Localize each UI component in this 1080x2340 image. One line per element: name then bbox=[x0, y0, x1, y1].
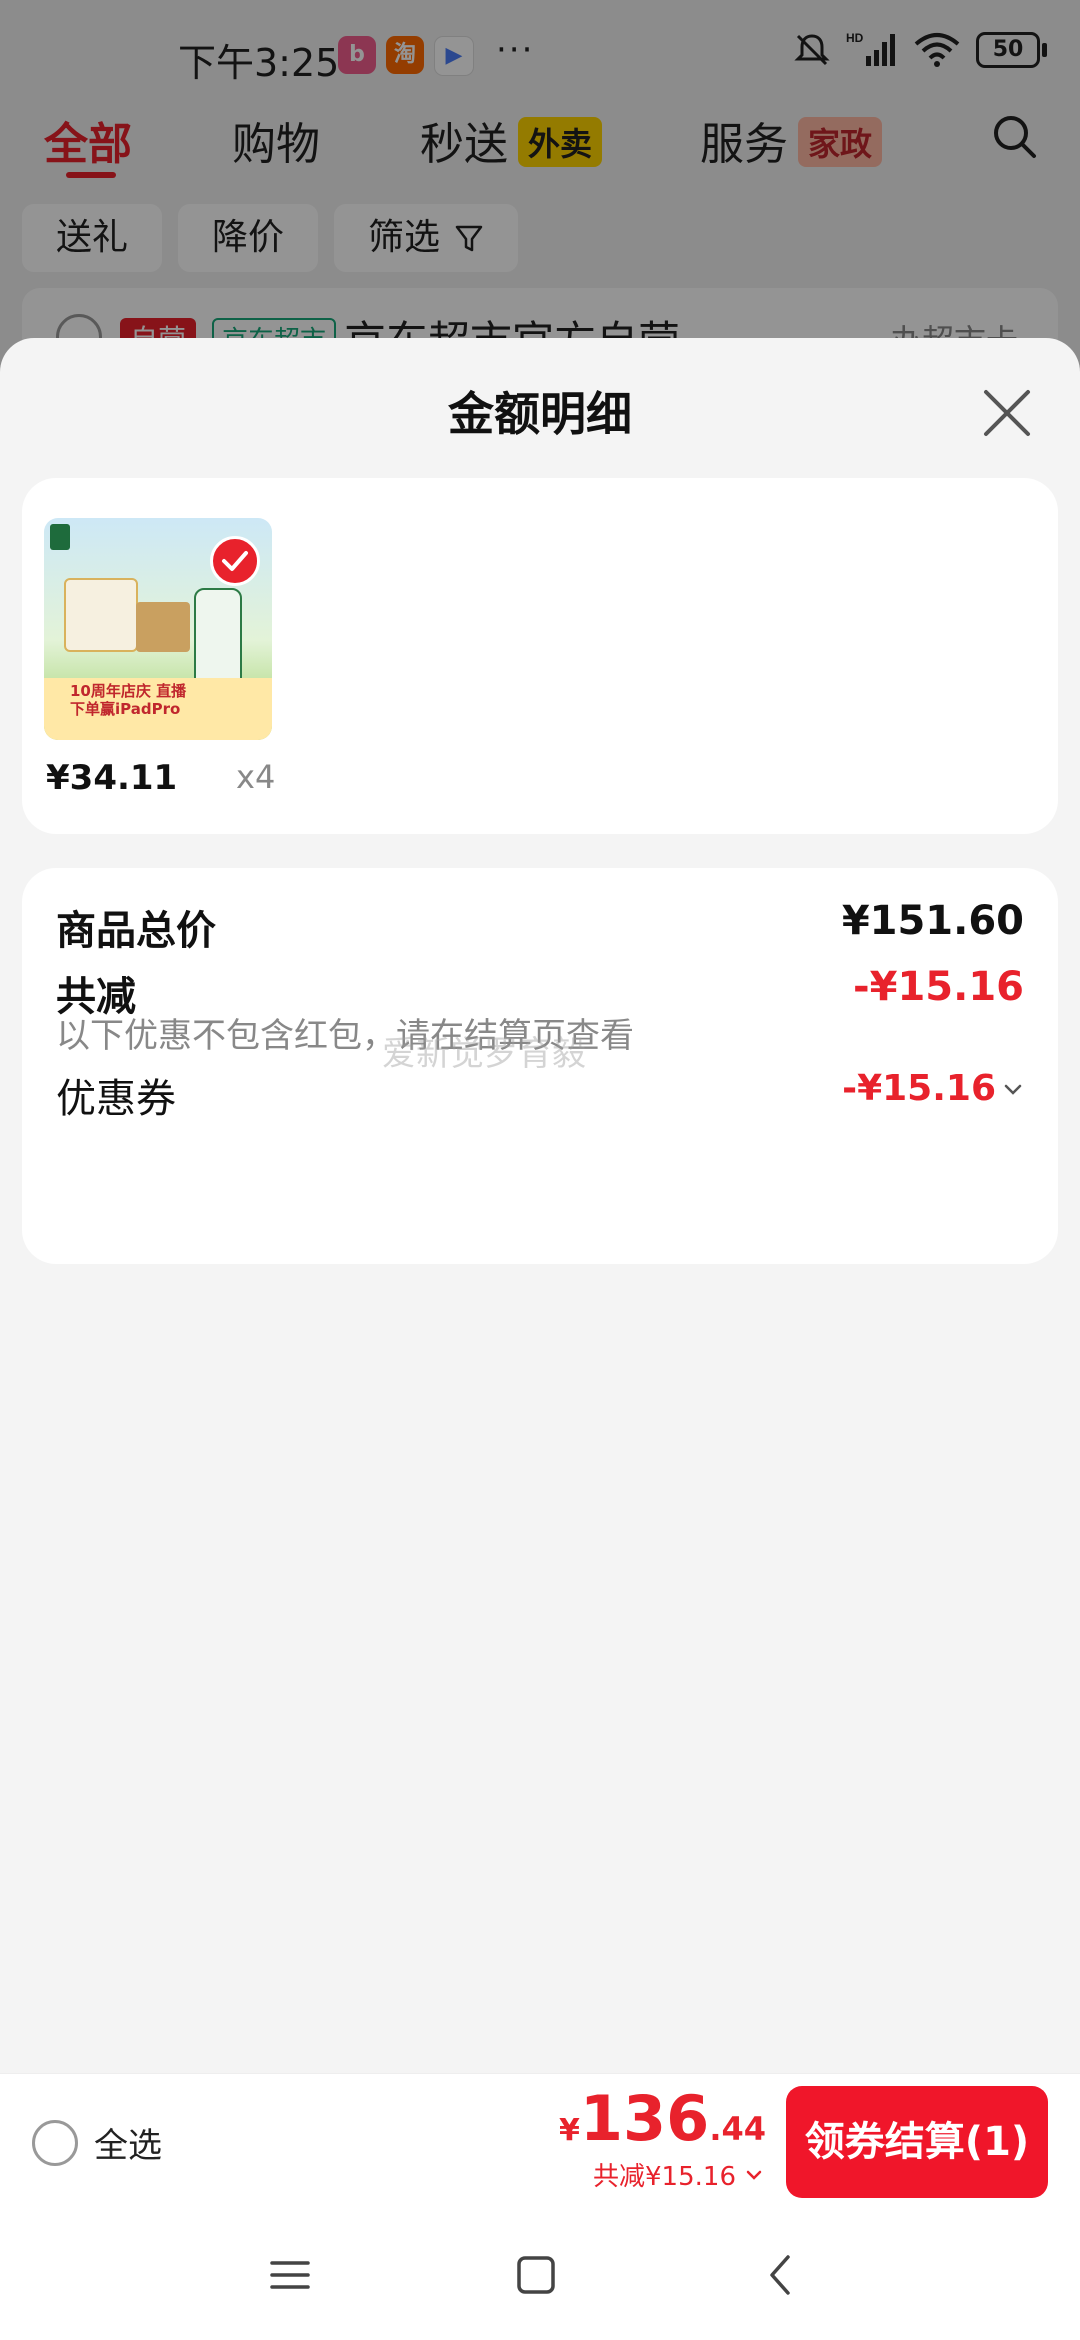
brand-logo bbox=[50, 524, 70, 550]
milk-carton-image bbox=[136, 602, 190, 652]
coupon-value-toggle[interactable]: -¥15.16 bbox=[842, 1068, 1024, 1109]
product-info-box bbox=[64, 578, 138, 652]
discount-value: -¥15.16 bbox=[853, 964, 1024, 1010]
close-icon[interactable] bbox=[976, 382, 1038, 444]
system-nav-bar bbox=[0, 2209, 1080, 2340]
saved-amount-toggle[interactable]: 共减¥15.16 bbox=[593, 2156, 764, 2193]
total-price-value: ¥151.60 bbox=[841, 898, 1024, 944]
checkout-button[interactable]: 领券结算(1) bbox=[786, 2086, 1048, 2198]
total-decimal: .44 bbox=[709, 2110, 766, 2148]
price-summary-card: 商品总价 ¥151.60 共减 -¥15.16 以下优惠不包含红包，请在结算页查… bbox=[22, 868, 1058, 1264]
watermark: 爱新觉罗育毅 bbox=[382, 1034, 586, 1074]
total-integer: 136 bbox=[579, 2082, 710, 2155]
product-quantity: x4 bbox=[236, 758, 276, 796]
saved-amount: 共减¥15.16 bbox=[593, 2162, 736, 2192]
product-image[interactable]: 10周年店庆 直播下单赢iPadPro bbox=[44, 518, 272, 740]
total-currency: ¥ bbox=[559, 2113, 580, 2148]
home-icon[interactable] bbox=[506, 2245, 566, 2305]
select-all-radio[interactable] bbox=[32, 2120, 78, 2166]
sheet-title: 金额明细 bbox=[448, 387, 632, 441]
menu-icon[interactable] bbox=[260, 2245, 320, 2305]
product-card: 10周年店庆 直播下单赢iPadPro ¥34.11 x4 bbox=[22, 478, 1058, 834]
amount-detail-sheet: 金额明细 10周年店庆 直播下单赢iPadPro ¥34.11 x4 商品总价 … bbox=[0, 338, 1080, 2073]
total-price-label: 商品总价 bbox=[56, 908, 216, 954]
checkmark-icon bbox=[210, 536, 260, 586]
back-icon[interactable] bbox=[752, 2245, 812, 2305]
chevron-down-icon bbox=[1004, 1084, 1022, 1095]
milk-bottle-image bbox=[194, 588, 242, 684]
checkout-bar: 全选 ¥136.44 共减¥15.16 领券结算(1) bbox=[0, 2073, 1080, 2210]
coupon-label: 优惠券 bbox=[56, 1076, 176, 1122]
chevron-down-icon bbox=[746, 2170, 762, 2180]
promo-text: 10周年店庆 直播下单赢iPadPro bbox=[70, 682, 187, 718]
select-all-label[interactable]: 全选 bbox=[94, 2118, 162, 2167]
checkout-total: ¥136.44 bbox=[559, 2082, 766, 2155]
product-price: ¥34.11 bbox=[46, 758, 178, 798]
coupon-value: -¥15.16 bbox=[842, 1068, 996, 1109]
